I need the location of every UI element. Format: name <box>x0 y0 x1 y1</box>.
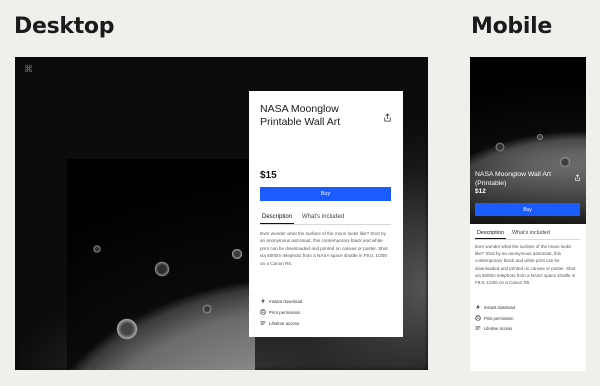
feature-print-permission: Print permission <box>260 309 300 315</box>
infinity-icon <box>475 326 481 330</box>
lightning-icon <box>261 298 265 304</box>
tab-description[interactable]: Description <box>475 228 506 239</box>
feature-instant-download: Instant download <box>260 298 302 304</box>
printer-icon <box>260 309 266 315</box>
feature-label: Instant download <box>269 298 303 304</box>
feature-label: Print permission <box>484 315 514 321</box>
product-card: NASA Moonglow Printable Wall Art $15 Buy… <box>249 91 403 337</box>
tab-whats-included[interactable]: What's included <box>510 228 552 239</box>
feature-lifetime-access: Lifetime access <box>260 320 299 326</box>
product-tabs: Description What's included <box>475 228 580 240</box>
feature-label: Lifetime access <box>484 325 513 331</box>
product-title: NASA Moonglow Printable Wall Art <box>260 103 341 128</box>
feature-print-permission: Print permission <box>475 315 513 321</box>
desktop-heading: Desktop <box>14 14 115 39</box>
desktop-preview: ⌘ NASA Moonglow Printable Wall Art $15 B… <box>15 57 428 370</box>
feature-label: Print permission <box>269 309 301 315</box>
logo-icon: ⌘ <box>24 65 33 75</box>
mobile-heading: Mobile <box>471 14 552 39</box>
buy-button[interactable]: Buy <box>475 203 580 216</box>
product-price: $12 <box>475 188 486 195</box>
feature-lifetime-access: Lifetime access <box>475 325 512 331</box>
infinity-icon <box>260 321 266 325</box>
buy-button[interactable]: Buy <box>260 187 391 201</box>
mobile-preview: NASA Moonglow Wall Art (Printable) $12 B… <box>470 57 586 371</box>
tab-whats-included[interactable]: What's included <box>300 212 346 224</box>
product-description: Ever wonder what the surface of the moon… <box>260 231 388 266</box>
share-icon[interactable] <box>574 174 581 181</box>
feature-instant-download: Instant download <box>475 304 515 310</box>
printer-icon <box>475 315 481 321</box>
product-description: Ever wonder what the surface of the moon… <box>475 244 576 286</box>
moon-photo <box>67 159 255 370</box>
moon-photo <box>470 57 586 224</box>
feature-label: Instant download <box>484 304 515 310</box>
product-price: $15 <box>260 170 277 181</box>
product-tabs: Description What's included <box>260 212 391 225</box>
share-icon[interactable] <box>383 113 392 122</box>
lightning-icon <box>476 304 480 310</box>
tab-description[interactable]: Description <box>260 212 295 224</box>
product-title: NASA Moonglow Wall Art (Printable) <box>475 171 552 187</box>
feature-label: Lifetime access <box>269 320 300 326</box>
